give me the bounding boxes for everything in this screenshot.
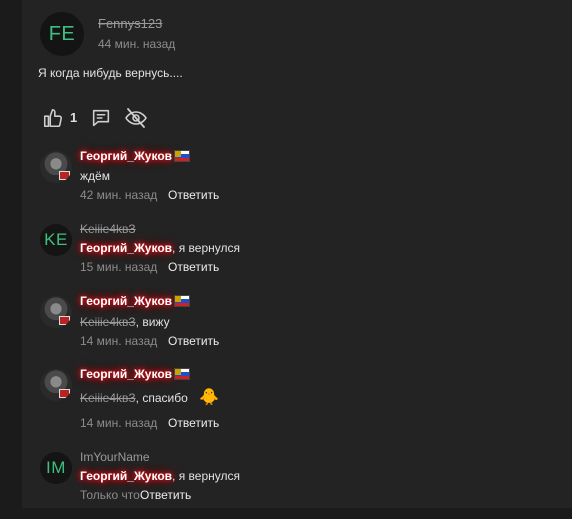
avatar-badge	[59, 389, 70, 398]
eye-off-icon	[125, 108, 147, 128]
comment-5-mention[interactable]: Георгий_Жуков	[80, 469, 172, 483]
comment-5-avatar-initials: IM	[46, 458, 66, 477]
comment-2-avatar-initials: KE	[44, 230, 68, 249]
comment-5-time: Только что	[80, 488, 140, 502]
comment-3-author[interactable]: Георгий_Жуков	[80, 294, 172, 308]
avatar-badge	[59, 316, 70, 325]
comment-4-time: 14 мин. назад	[80, 416, 158, 430]
comment-icon	[92, 109, 110, 127]
post-text: Я когда нибудь вернусь....	[38, 66, 183, 80]
post-author[interactable]: Fennys123	[98, 16, 162, 31]
comment-4-author[interactable]: Георгий_Жуков	[80, 367, 172, 381]
comment-3-reply-button[interactable]: Ответить	[168, 334, 219, 348]
comment-2-author[interactable]: Keiiie4kвЗ	[80, 222, 136, 236]
like-button[interactable]	[42, 107, 64, 129]
like-count: 1	[70, 110, 78, 125]
comments-panel: FE Fennys123 44 мин. назад Я когда нибуд…	[22, 0, 572, 508]
comment-4-text-line: Keiiie4kвЗ, спасибо	[80, 391, 188, 405]
comment-1-text: ждём	[80, 169, 110, 183]
comment-2-avatar[interactable]: KE	[40, 224, 72, 256]
comment-1-avatar[interactable]	[40, 151, 72, 183]
comment-1-author[interactable]: Георгий_Жуков	[80, 149, 172, 163]
comment-4-text: , спасибо	[135, 391, 188, 405]
comment-2-mention[interactable]: Георгий_Жуков	[80, 241, 172, 255]
comment-3-mention[interactable]: Keiiie4kвЗ	[80, 315, 136, 329]
post-avatar-initials: FE	[48, 22, 76, 45]
comment-4-mention[interactable]: Keiiie4kвЗ	[80, 391, 136, 405]
comment-2-text-line: Георгий_Жуков, я вернулся	[80, 241, 240, 255]
comment-2-time: 15 мин. назад	[80, 260, 158, 274]
post-avatar[interactable]: FE	[40, 12, 84, 56]
comment-3-time: 14 мин. назад	[80, 334, 158, 348]
flag-icon	[174, 150, 190, 162]
hide-button[interactable]	[124, 107, 148, 129]
comment-3-text: , вижу	[135, 315, 170, 329]
comment-5-text-line: Георгий_Жуков, я вернулся	[80, 469, 240, 483]
comment-5-text: , я вернулся	[172, 469, 240, 483]
comment-button[interactable]	[90, 107, 112, 129]
comment-2-reply-button[interactable]: Ответить	[168, 260, 219, 274]
post-time: 44 мин. назад	[98, 37, 176, 51]
flag-icon	[174, 295, 190, 307]
duck-emoji-icon: 🐥	[199, 389, 219, 406]
comment-5-reply-button[interactable]: Ответить	[140, 488, 191, 502]
flag-icon	[174, 368, 190, 380]
comment-1-time: 42 мин. назад	[80, 188, 158, 202]
comment-4-avatar[interactable]	[40, 369, 72, 401]
comment-2-text: , я вернулся	[172, 241, 240, 255]
comment-3-text-line: Keiiie4kвЗ, вижу	[80, 315, 170, 329]
comment-5-avatar[interactable]: IM	[40, 452, 72, 484]
comment-1-reply-button[interactable]: Ответить	[168, 188, 219, 202]
comment-4-reply-button[interactable]: Ответить	[168, 416, 219, 430]
comment-3-avatar[interactable]	[40, 296, 72, 328]
avatar-badge	[59, 171, 70, 180]
comment-5-author[interactable]: ImYourName	[80, 450, 150, 464]
thumbs-up-icon	[43, 108, 62, 128]
